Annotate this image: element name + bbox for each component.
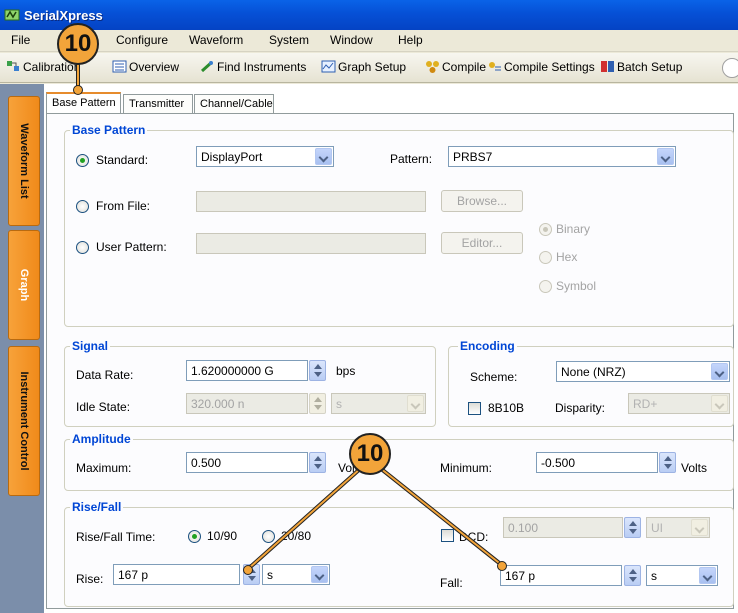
callout-badge: 10	[57, 23, 99, 65]
callout-badge: 10	[349, 433, 391, 475]
callout-lines	[76, 64, 505, 571]
callout-pointer-dot	[243, 565, 253, 575]
callout-pointer-dot	[497, 561, 507, 571]
callout-pointer-dot	[73, 85, 83, 95]
